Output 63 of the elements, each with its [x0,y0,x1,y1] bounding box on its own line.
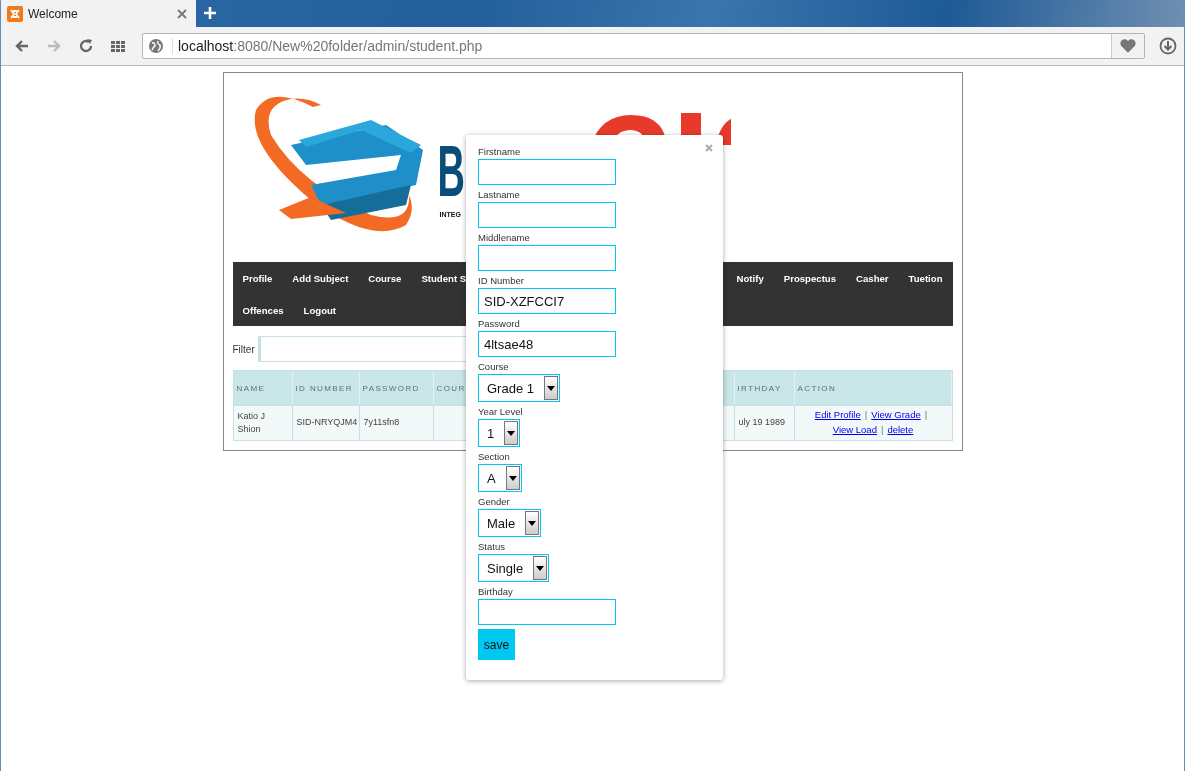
caret-icon [536,565,545,571]
field-label: Firstname [478,146,521,159]
close-icon[interactable] [705,144,713,152]
action-link[interactable]: delete [887,423,914,438]
field-label: Year Level [478,406,523,419]
bookmark-button[interactable] [1111,34,1144,58]
action-link[interactable]: View Grade [871,408,921,423]
action-link[interactable]: Edit Profile [814,408,861,423]
dropdown[interactable]: Single [478,554,550,582]
nav-link[interactable]: Notify [726,272,774,284]
input-field[interactable]: SID-XZFCCI7 [478,288,616,314]
nav-link[interactable]: Logout [293,304,347,316]
nav-link[interactable]: Tuetion [898,272,953,284]
close-icon[interactable] [177,8,187,19]
dropdown[interactable]: Grade 1 [478,374,560,402]
field-label: Password [478,318,520,331]
caret-icon [547,385,555,391]
table-cell-text: 7y11sfn8 [363,416,400,430]
heart-icon [1119,38,1137,54]
input-field[interactable] [478,202,616,228]
app-icon [7,5,23,22]
nav-link[interactable]: Add Subject [282,272,359,284]
input-field[interactable] [478,159,616,185]
nav-link[interactable]: Offences [232,304,294,316]
reload-icon[interactable] [78,38,94,54]
table-cell-text: uly 19 1989 [738,416,786,430]
logo-letter: B [437,135,465,208]
globe-icon [148,38,164,54]
separator: | [880,423,884,438]
separator: | [864,408,868,423]
address-bar[interactable]: localhost:8080/New%20folder/admin/student.php [142,33,1145,59]
apps-icon[interactable] [110,38,126,54]
nav-link[interactable]: Prospectus [773,272,847,284]
nav-link[interactable]: Casher [846,272,899,284]
field-label: Section [478,451,510,464]
action-link[interactable]: View Load [832,423,877,438]
dropdown[interactable]: 1 [478,419,521,447]
dropdown[interactable]: A [478,464,522,492]
filter-label: Filter [232,343,255,355]
table-cell-text: Katio J Shion [237,409,266,436]
download-icon[interactable] [1159,37,1177,55]
input-field[interactable]: 4ltsae48 [478,331,616,357]
back-icon[interactable] [14,38,30,54]
nav-link[interactable]: Course [358,272,412,284]
save-button[interactable]: save [478,629,515,660]
field-label: Status [478,541,505,554]
new-tab-icon[interactable] [204,7,216,19]
caret-icon [507,430,516,436]
field-label: ID Number [478,275,524,288]
field-label: Lastname [478,189,520,202]
field-label: Course [478,361,509,374]
field-label: Gender [478,496,510,509]
caret-icon [508,475,517,481]
caret-icon [528,520,537,526]
field-label: Middlename [478,232,530,245]
dropdown[interactable]: Male [478,509,542,537]
field-label: Birthday [478,586,513,599]
browser-tab[interactable]: Welcome [1,0,196,27]
input-field[interactable] [478,245,616,271]
separator: | [924,408,928,423]
input-field[interactable] [478,599,616,625]
nav-link[interactable]: Profile [232,272,283,284]
table-cell-text: SID-NRYQJM4 [296,416,358,430]
